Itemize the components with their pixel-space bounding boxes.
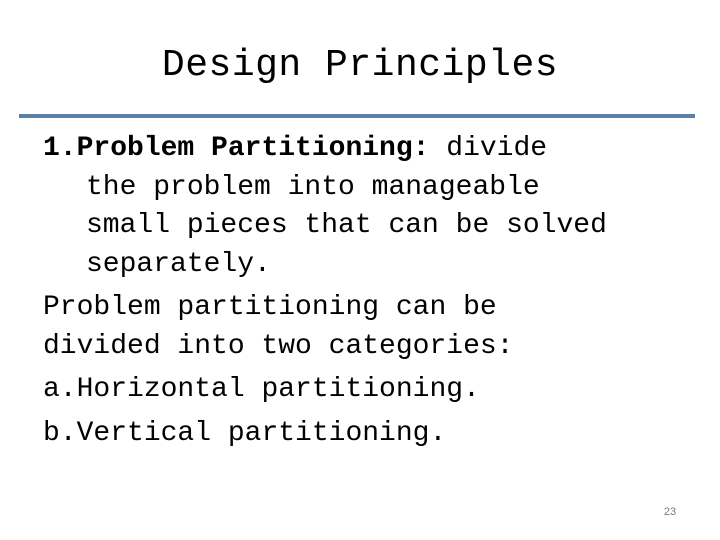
sub-item-text: Vertical partitioning.: [76, 417, 447, 449]
sub-item-vertical: b.Vertical partitioning.: [43, 415, 703, 454]
paragraph-line: divided into two categories:: [43, 330, 514, 362]
point-1-continuation: the problem into manageable: [86, 171, 540, 203]
paragraph-line: Problem partitioning can be: [43, 292, 497, 323]
slide-body: 1.Problem Partitioning: divide the probl…: [43, 130, 703, 453]
point-1-text: divide: [429, 133, 548, 164]
point-1-number: 1.: [43, 133, 77, 164]
slide-title: Design Principles: [161, 44, 559, 87]
point-1-continuation: small pieces that can be solved: [86, 210, 607, 241]
sub-item-marker: b.: [43, 417, 77, 449]
sub-item-text: Horizontal partitioning.: [76, 374, 480, 405]
point-1-continuation: separately.: [86, 248, 271, 280]
sub-item-horizontal: a.Horizontal partitioning.: [43, 371, 703, 410]
page-number: 23: [663, 506, 677, 518]
point-1-heading: Problem Partitioning:: [76, 133, 430, 164]
title-divider: [19, 114, 695, 118]
slide: Design Principles 1.Problem Partitioning…: [0, 0, 720, 540]
point-1-first-line: 1.Problem Partitioning: divide: [43, 130, 703, 169]
sub-item-marker: a.: [43, 374, 77, 405]
